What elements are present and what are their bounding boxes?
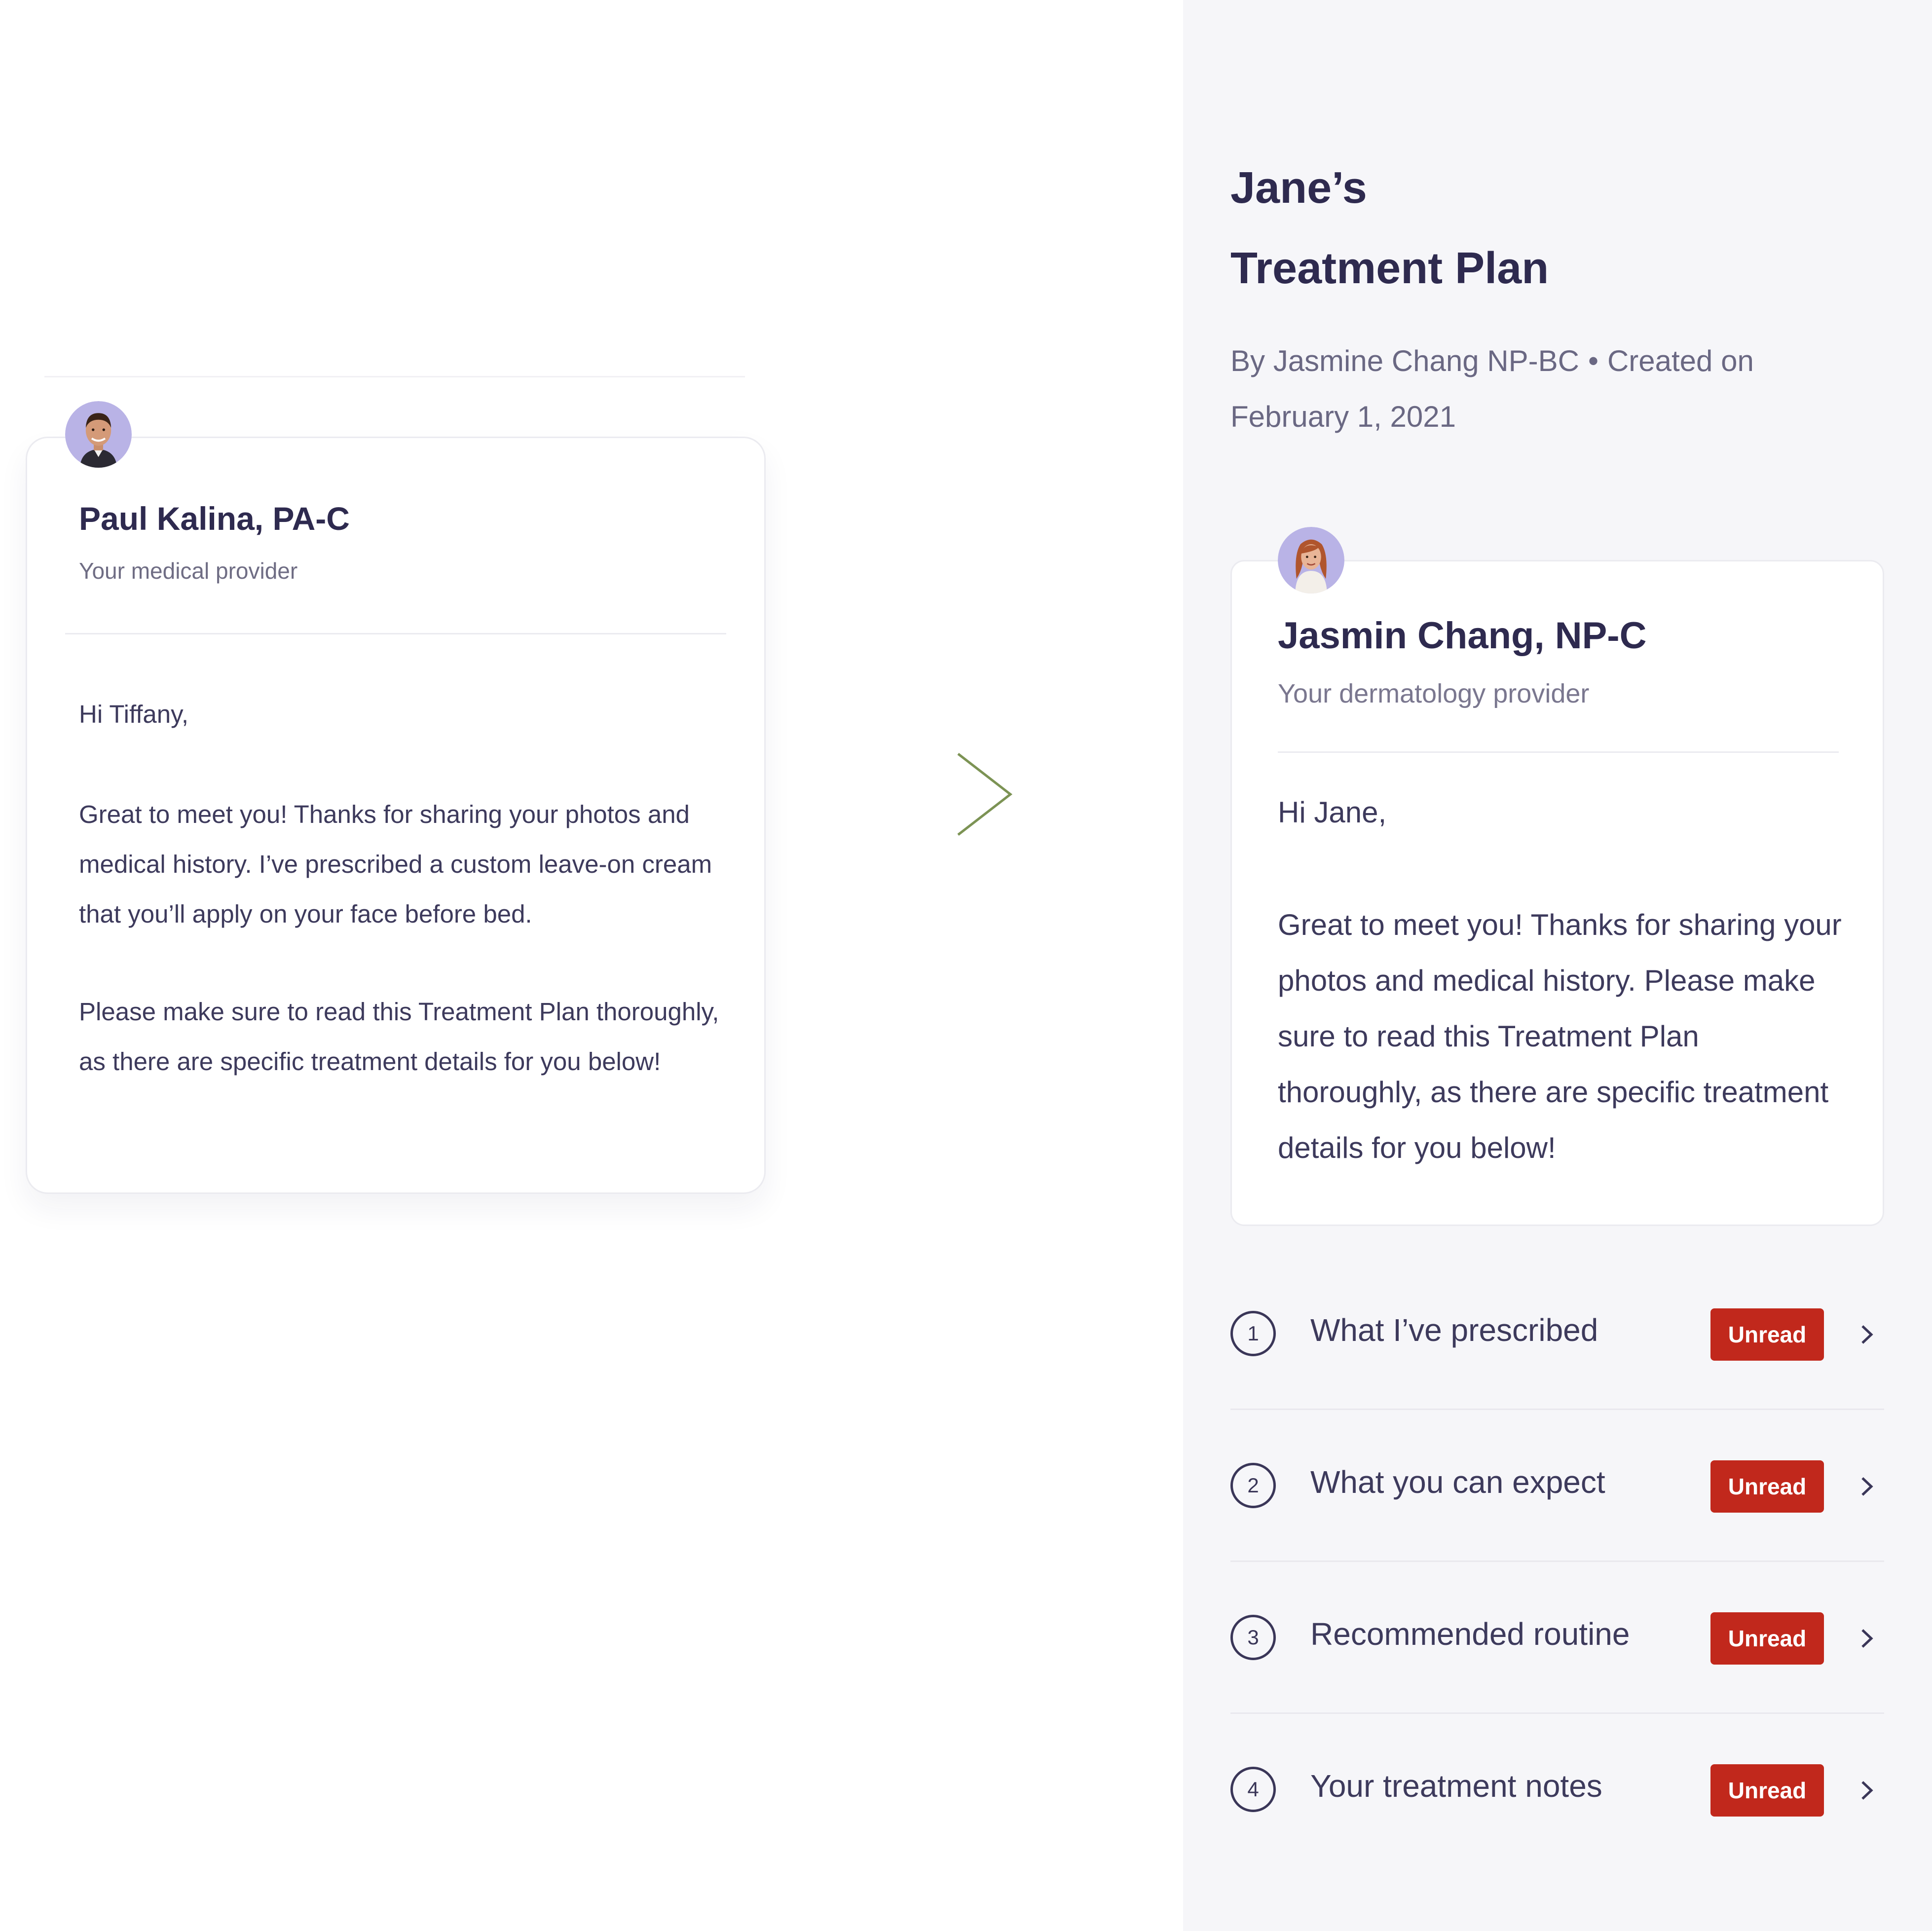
section-label: Your treatment notes (1310, 1768, 1602, 1804)
provider-avatar (65, 401, 132, 468)
created-label: Created on (1607, 344, 1754, 377)
message-paragraph: Great to meet you! Thanks for sharing yo… (79, 800, 712, 928)
chevron-right-icon (1861, 1629, 1873, 1648)
message-paragraph: Please make sure to read this Treatment … (79, 998, 719, 1076)
unread-badge: Unread (1710, 1764, 1824, 1817)
provider-name: Paul Kalina, PA-C (79, 500, 350, 537)
card-divider (1278, 751, 1839, 753)
provider-avatar (1278, 527, 1344, 594)
page: Paul Kalina, PA-C Your medical provider … (0, 0, 1932, 1931)
plan-author: By Jasmine Chang NP-BC (1230, 344, 1579, 377)
male-provider-avatar-icon (65, 401, 132, 468)
top-divider (44, 376, 745, 377)
section-label: What you can expect (1310, 1464, 1605, 1500)
message-greeting: Hi Jane, (1278, 796, 1387, 829)
step-number-badge: 2 (1230, 1463, 1276, 1508)
step-number-badge: 1 (1230, 1311, 1276, 1356)
chevron-right-icon (957, 753, 1013, 836)
provider-name: Jasmin Chang, NP-C (1278, 615, 1647, 657)
unread-badge: Unread (1710, 1460, 1824, 1513)
section-label: Recommended routine (1310, 1616, 1630, 1652)
card-divider (65, 633, 726, 634)
page-title: Jane’s Treatment Plan (1230, 148, 1822, 309)
list-divider (1230, 1712, 1884, 1714)
chevron-right-icon (1861, 1325, 1873, 1344)
section-item-your-treatment-notes[interactable]: 4 Your treatment notes Unread (1230, 1747, 1884, 1846)
provider-role: Your medical provider (79, 558, 298, 584)
section-label: What I’ve prescribed (1310, 1312, 1598, 1348)
section-item-what-ive-prescribed[interactable]: 1 What I’ve prescribed Unread (1230, 1291, 1884, 1390)
meta-separator: • (1588, 344, 1598, 377)
list-divider (1230, 1560, 1884, 1562)
section-item-recommended-routine[interactable]: 3 Recommended routine Unread (1230, 1595, 1884, 1694)
chevron-right-icon (1861, 1781, 1873, 1800)
chevron-right-icon (1861, 1477, 1873, 1496)
title-line: Jane’s (1230, 163, 1367, 213)
female-provider-avatar-icon (1278, 527, 1344, 594)
plan-meta: By Jasmine Chang NP-BC • Created on Februa… (1230, 333, 1872, 445)
message-greeting: Hi Tiffany, (79, 700, 189, 728)
provider-role: Your dermatology provider (1278, 679, 1590, 708)
created-date: February 1, 2021 (1230, 400, 1456, 433)
title-line: Treatment Plan (1230, 244, 1549, 293)
section-item-what-you-can-expect[interactable]: 2 What you can expect Unread (1230, 1443, 1884, 1542)
unread-badge: Unread (1710, 1308, 1824, 1361)
unread-badge: Unread (1710, 1612, 1824, 1665)
message-paragraph: Great to meet you! Thanks for sharing yo… (1278, 908, 1842, 1164)
list-divider (1230, 1409, 1884, 1410)
step-number-badge: 3 (1230, 1615, 1276, 1660)
step-number-badge: 4 (1230, 1767, 1276, 1812)
